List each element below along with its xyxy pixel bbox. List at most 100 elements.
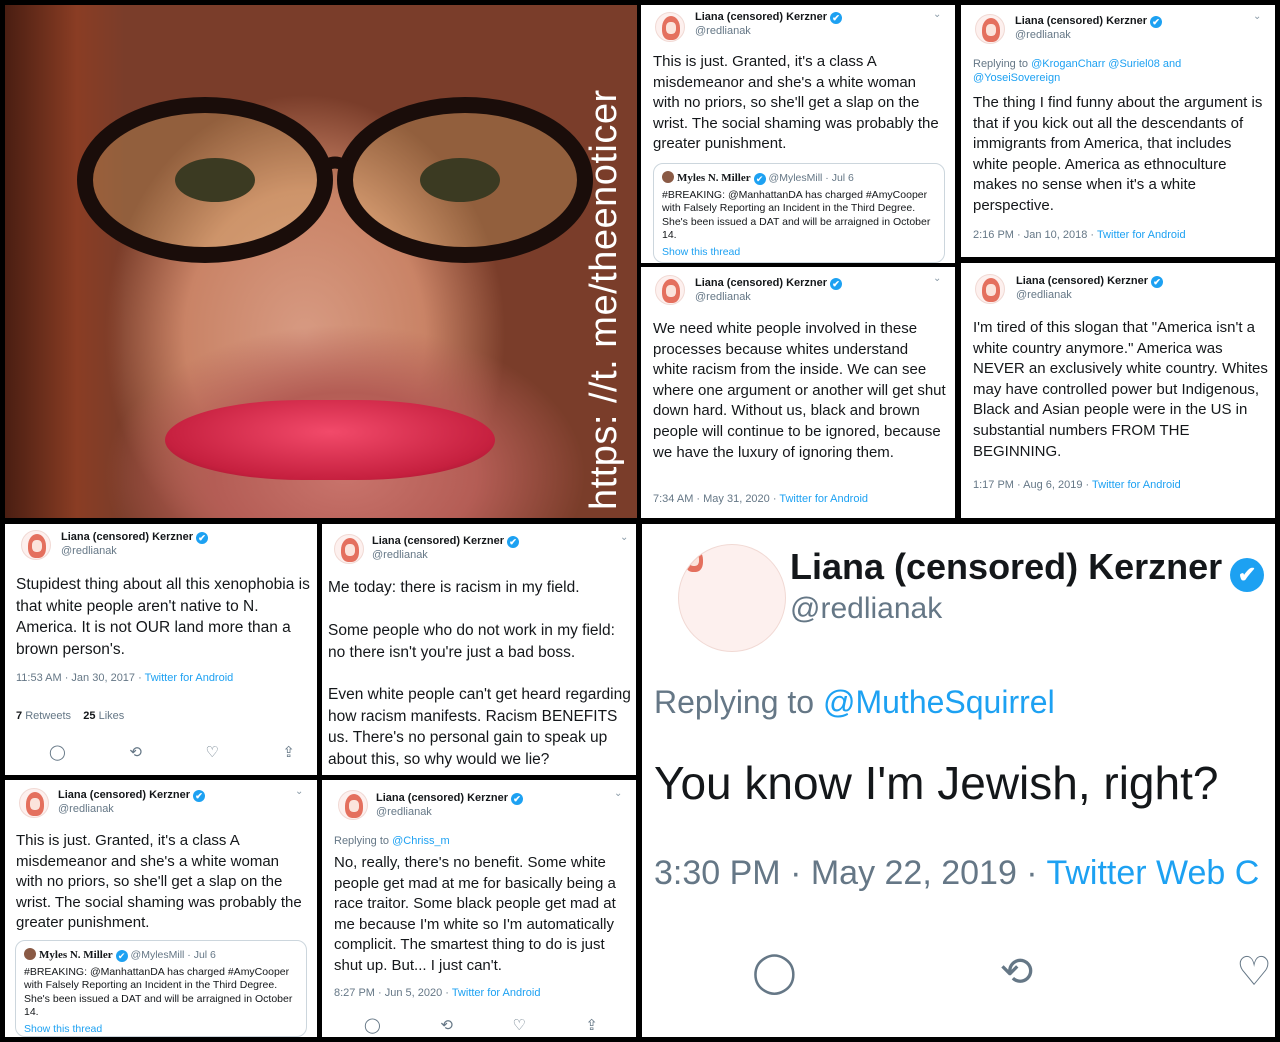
tweet-text: This is just. Granted, it's a class A mi… — [16, 832, 302, 932]
display-name[interactable]: Liana (censored) Kerzner ✔ — [695, 277, 843, 290]
quoted-avatar — [662, 171, 674, 183]
quoted-tweet[interactable]: Myles N. Miller ✔ @MylesMill · Jul 6 #BRE… — [653, 163, 945, 263]
handle[interactable]: @redlianak — [1015, 29, 1071, 41]
display-name[interactable]: Liana (censored) Kerzner ✔ — [695, 11, 843, 24]
quoted-name: Myles N. Miller — [677, 172, 751, 184]
chevron-down-icon[interactable]: ⌄ — [1253, 11, 1261, 22]
tweet-text: We need white people involved in these p… — [653, 320, 946, 461]
display-name[interactable]: Liana (censored) Kerzner ✔ — [372, 535, 520, 548]
chevron-down-icon[interactable]: ⌄ — [295, 786, 303, 797]
share-icon[interactable]: ⇪ — [282, 745, 295, 761]
profile-photo: https: //t. me/theenoticer — [5, 5, 637, 518]
reply-icon[interactable]: ◯ — [752, 952, 797, 992]
likes-label[interactable]: Likes — [99, 710, 125, 722]
reply-icon[interactable]: ◯ — [49, 745, 66, 761]
tweet-meta: 11:53 AM · Jan 30, 2017 · Twitter for An… — [16, 672, 234, 684]
display-name[interactable]: Liana (censored) Kerzner ✔ — [790, 546, 1265, 592]
retweets-label[interactable]: Retweets — [25, 710, 71, 722]
tweet-card-1[interactable]: Liana (censored) Kerzner ✔ @redlianak ⌄ T… — [641, 5, 955, 263]
source-link[interactable]: Twitter for Android — [145, 672, 234, 684]
replying-to: Replying to @KroganCharr @Suriel08 and @… — [973, 58, 1182, 84]
tweet-meta: 1:17 PM · Aug 6, 2019 · Twitter for Andr… — [973, 479, 1181, 491]
tweet-text: I'm tired of this slogan that "America i… — [973, 319, 1268, 460]
chevron-down-icon[interactable]: ⌄ — [933, 9, 941, 20]
reply-icon[interactable]: ◯ — [364, 1018, 381, 1034]
display-name[interactable]: Liana (censored) Kerzner ✔ — [376, 792, 524, 805]
handle[interactable]: @redlianak — [695, 291, 751, 303]
tweet-card-4[interactable]: Liana (censored) Kerzner ✔ @redlianak I'm… — [961, 263, 1275, 518]
tweet-card-9-zoomed[interactable]: Liana (censored) Kerzner ✔ @redlianak Rep… — [642, 524, 1275, 1037]
verified-icon: ✔ — [1230, 558, 1265, 592]
display-name[interactable]: Liana (censored) Kerzner ✔ — [1016, 275, 1164, 288]
source-link[interactable]: Twitter for Android — [1097, 229, 1186, 241]
chevron-down-icon[interactable]: ⌄ — [933, 273, 941, 284]
avatar[interactable] — [21, 530, 51, 560]
tweet-card-6[interactable]: Liana (censored) Kerzner ✔ @redlianak ⌄ M… — [322, 524, 636, 775]
tweet-card-2[interactable]: Liana (censored) Kerzner ✔ @redlianak ⌄ R… — [961, 5, 1275, 257]
chevron-down-icon[interactable]: ⌄ — [614, 788, 622, 799]
like-icon[interactable]: ♡ — [1236, 952, 1272, 992]
avatar[interactable] — [975, 14, 1005, 44]
like-icon[interactable]: ♡ — [512, 1018, 525, 1034]
replying-to: Replying to @MutheSquirrel — [654, 684, 1055, 720]
avatar[interactable] — [334, 534, 364, 564]
handle[interactable]: @redlianak — [695, 25, 751, 37]
handle[interactable]: @redlianak — [1016, 289, 1072, 301]
tweet-meta: 7:34 AM · May 31, 2020 · Twitter for And… — [653, 493, 869, 505]
show-thread-link[interactable]: Show this thread — [24, 1023, 298, 1037]
verified-icon: ✔ — [196, 532, 209, 544]
reply-mentions[interactable]: @Chriss_m — [392, 835, 450, 847]
display-name[interactable]: Liana (censored) Kerzner ✔ — [1015, 15, 1163, 28]
handle[interactable]: @redlianak — [58, 803, 114, 815]
tweet-paragraph-2: Some people who do not work in my field:… — [328, 622, 615, 661]
verified-icon: ✔ — [830, 12, 843, 24]
handle[interactable]: @redlianak — [372, 549, 428, 561]
quoted-avatar — [24, 948, 36, 960]
quoted-name: Myles N. Miller — [39, 949, 113, 961]
tweet-text: No, really, there's no benefit. Some whi… — [334, 854, 616, 974]
glasses-shape — [77, 97, 593, 263]
likes-count[interactable]: 25 — [83, 710, 95, 722]
tweet-card-3[interactable]: Liana (censored) Kerzner ✔ @redlianak ⌄ W… — [641, 267, 955, 518]
source-link[interactable]: Twitter for Android — [779, 493, 868, 505]
tweet-meta: 8:27 PM · Jun 5, 2020 · Twitter for Andr… — [334, 987, 541, 999]
tweet-meta: 2:16 PM · Jan 10, 2018 · Twitter for And… — [973, 229, 1186, 241]
verified-icon: ✔ — [115, 950, 128, 962]
tweet-card-8[interactable]: Liana (censored) Kerzner ✔ @redlianak ⌄ R… — [322, 780, 636, 1037]
display-name[interactable]: Liana (censored) Kerzner ✔ — [61, 531, 209, 544]
source-link[interactable]: Twitter Web C — [1046, 854, 1259, 892]
avatar[interactable] — [655, 12, 685, 42]
verified-icon: ✔ — [753, 173, 766, 185]
retweets-count[interactable]: 7 — [16, 710, 22, 722]
tweet-paragraph-1: Me today: there is racism in my field. — [328, 579, 580, 596]
handle[interactable]: @redlianak — [61, 545, 117, 557]
lips-shape — [165, 400, 495, 480]
quoted-text: #BREAKING: @ManhattanDA has charged #Amy… — [24, 965, 293, 1019]
source-link[interactable]: Twitter for Android — [1092, 479, 1181, 491]
retweet-icon[interactable]: ⟲ — [1000, 952, 1034, 992]
like-icon[interactable]: ♡ — [205, 745, 218, 761]
handle[interactable]: @redlianak — [376, 806, 432, 818]
quoted-handle: @MylesMill · Jul 6 — [130, 949, 216, 961]
avatar[interactable] — [338, 790, 368, 820]
avatar[interactable] — [655, 275, 685, 305]
chevron-down-icon[interactable]: ⌄ — [620, 532, 628, 543]
quoted-tweet[interactable]: Myles N. Miller ✔ @MylesMill · Jul 6 #BRE… — [15, 940, 307, 1037]
retweet-icon[interactable]: ⟲ — [440, 1018, 453, 1034]
avatar[interactable] — [975, 274, 1005, 304]
quoted-text: #BREAKING: @ManhattanDA has charged #Amy… — [662, 188, 931, 242]
tweet-card-5[interactable]: Liana (censored) Kerzner ✔ @redlianak Stu… — [5, 524, 317, 775]
handle[interactable]: @redlianak — [790, 592, 942, 626]
avatar[interactable] — [678, 544, 786, 652]
retweet-icon[interactable]: ⟲ — [129, 745, 142, 761]
tweet-card-7[interactable]: Liana (censored) Kerzner ✔ @redlianak ⌄ T… — [5, 780, 317, 1037]
tweet-meta: 3:30 PM · May 22, 2019 · Twitter Web C — [654, 854, 1260, 892]
display-name[interactable]: Liana (censored) Kerzner ✔ — [58, 789, 206, 802]
tweet-text: Stupidest thing about all this xenophobi… — [16, 576, 310, 658]
avatar[interactable] — [19, 788, 49, 818]
reply-mentions[interactable]: @MutheSquirrel — [823, 684, 1055, 720]
share-icon[interactable]: ⇪ — [585, 1018, 598, 1034]
verified-icon: ✔ — [193, 790, 206, 802]
source-link[interactable]: Twitter for Android — [452, 987, 541, 999]
show-thread-link[interactable]: Show this thread — [662, 246, 936, 260]
